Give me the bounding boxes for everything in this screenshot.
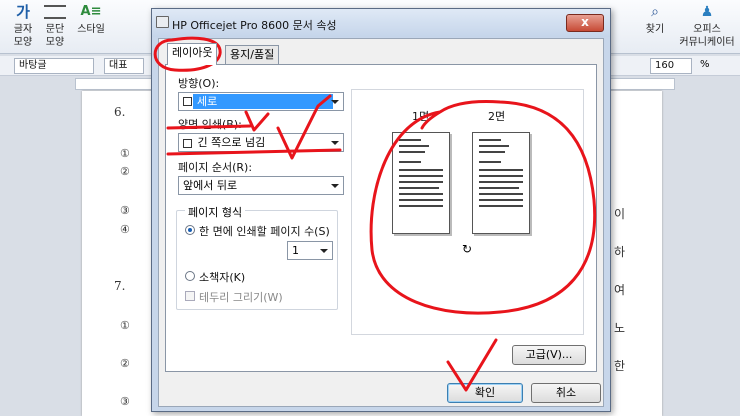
chevron-down-icon: [331, 100, 339, 104]
preview-page1-label: 1면: [412, 110, 430, 123]
doc-right-char-3: 여: [614, 283, 626, 297]
booklet-label: 소책자(K): [199, 271, 246, 284]
booklet-radio[interactable]: [185, 271, 195, 281]
doc-right-char-1: 이: [614, 207, 626, 221]
ok-button[interactable]: 확인: [447, 383, 523, 403]
dialog-client: 레이아웃 용지/품질 방향(O): 세로 양면 인쇄(B): 긴 쪽으로 넘김 …: [158, 38, 604, 407]
preview-page-2: [472, 132, 530, 234]
doc-circle-7: ③: [120, 395, 130, 408]
style-combo-value: 바탕글: [19, 60, 47, 71]
char-format-button[interactable]: 가 글자 모양: [10, 2, 36, 49]
dialog-title: HP Officejet Pro 8600 문서 속성: [172, 19, 337, 32]
portrait-icon: [183, 97, 192, 106]
cancel-button-label: 취소: [555, 386, 577, 399]
doc-circle-1: ①: [120, 147, 130, 160]
orientation-label: 방향(O):: [178, 77, 220, 90]
pages-per-sheet-radio[interactable]: [185, 225, 195, 235]
doc-circle-3: ③: [120, 204, 130, 217]
advanced-button-label: 고급(V)...: [525, 348, 573, 361]
draw-border-label: 테두리 그리기(W): [199, 291, 283, 304]
pages-per-sheet-label: 한 면에 인쇄할 페이지 수(S): [199, 225, 330, 238]
pages-per-sheet-select[interactable]: 1: [287, 241, 333, 260]
office-communicator-button[interactable]: ♟ 오피스 커뮤니케이터: [676, 2, 738, 49]
zoom-value: 160: [655, 60, 675, 71]
office-communicator-label2: 커뮤니케이터: [679, 37, 735, 48]
style-label: 스타일: [77, 24, 105, 35]
orientation-value: 세로: [193, 94, 333, 109]
advanced-button[interactable]: 고급(V)...: [512, 345, 586, 365]
doc-circle-5: ①: [120, 319, 130, 332]
font-combo[interactable]: 대표: [104, 58, 144, 74]
find-button[interactable]: ⌕ 찾기: [640, 2, 670, 36]
preview-page-1: [392, 132, 450, 234]
preview-page2-label: 2면: [488, 110, 506, 123]
doc-circle-2: ②: [120, 165, 130, 178]
para-format-icon: [44, 5, 66, 19]
chevron-down-icon: [331, 184, 339, 188]
char-format-icon: 가: [16, 3, 30, 21]
tab-paper-quality-label: 용지/품질: [230, 48, 275, 61]
page-format-group-label: 페이지 형식: [185, 204, 246, 220]
para-format-label2: 모양: [45, 37, 65, 48]
pages-per-sheet-value: 1: [292, 244, 299, 257]
flip-long-edge-icon: ↻: [462, 242, 473, 256]
zoom-combo[interactable]: 160: [650, 58, 692, 74]
draw-border-checkbox[interactable]: [185, 291, 195, 301]
doc-circle-4: ④: [120, 223, 130, 236]
tab-layout[interactable]: 레이아웃: [167, 43, 218, 65]
printer-properties-dialog: HP Officejet Pro 8600 문서 속성 x 레이아웃 용지/품질…: [151, 8, 611, 412]
char-format-label1: 글자: [13, 24, 33, 35]
font-combo-value: 대표: [109, 60, 128, 71]
zoom-unit: %: [700, 59, 710, 70]
style-button[interactable]: A≡ 스타일: [74, 2, 108, 36]
chevron-down-icon: [320, 249, 328, 253]
duplex-label: 양면 인쇄(B):: [178, 118, 242, 131]
binoculars-icon: ⌕: [651, 4, 659, 20]
close-icon: x: [581, 15, 589, 29]
para-format-button[interactable]: 문단 모양: [42, 2, 68, 49]
page-order-value: 앞에서 뒤로: [183, 179, 238, 192]
page-format-group: 페이지 형식 한 면에 인쇄할 페이지 수(S) 1 소책자(K) 테두리 그리…: [176, 204, 338, 310]
cancel-button[interactable]: 취소: [531, 383, 601, 403]
doc-right-char-4: 노: [614, 321, 626, 335]
tab-paper-quality[interactable]: 용지/품질: [225, 45, 280, 64]
layout-panel: 방향(O): 세로 양면 인쇄(B): 긴 쪽으로 넘김 페이지 순서(R): …: [165, 64, 597, 372]
tab-layout-label: 레이아웃: [172, 46, 213, 59]
people-icon: ♟: [700, 4, 714, 20]
page-order-label: 페이지 순서(R):: [178, 161, 253, 174]
doc-right-char-5: 한: [614, 359, 626, 373]
page-order-select[interactable]: 앞에서 뒤로: [178, 176, 344, 195]
office-communicator-label1: 오피스: [693, 24, 721, 35]
doc-item-6: 6.: [114, 105, 126, 119]
style-combo[interactable]: 바탕글: [14, 58, 94, 74]
printer-icon: [156, 16, 169, 28]
para-format-label1: 문단: [45, 24, 65, 35]
find-label: 찾기: [645, 24, 665, 35]
doc-circle-6: ②: [120, 357, 130, 370]
close-button[interactable]: x: [566, 14, 604, 32]
layout-preview: 1면 2면 ↻: [351, 89, 584, 335]
chevron-down-icon: [331, 141, 339, 145]
orientation-select[interactable]: 세로: [178, 92, 344, 111]
doc-item-7: 7.: [114, 279, 126, 293]
dialog-titlebar[interactable]: HP Officejet Pro 8600 문서 속성 x: [152, 9, 610, 37]
duplex-icon: [183, 138, 192, 148]
duplex-value: 긴 쪽으로 넘김: [197, 136, 266, 149]
duplex-select[interactable]: 긴 쪽으로 넘김: [178, 133, 344, 152]
char-format-label2: 모양: [13, 37, 33, 48]
doc-right-char-2: 하: [614, 245, 626, 259]
ok-button-label: 확인: [474, 386, 496, 399]
style-icon: A≡: [80, 4, 102, 19]
